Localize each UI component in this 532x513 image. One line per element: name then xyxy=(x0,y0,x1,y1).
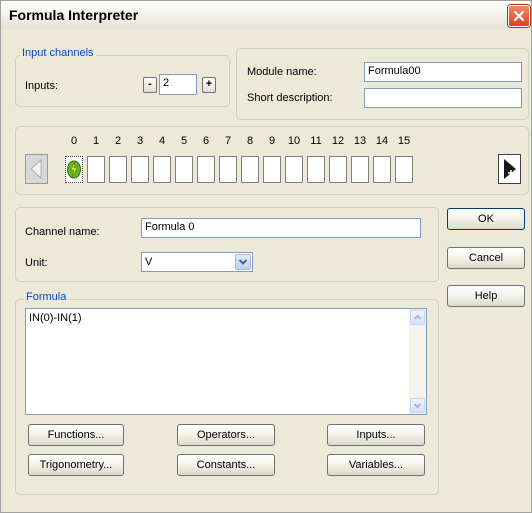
module-name-field[interactable]: Formula00 xyxy=(364,62,522,82)
chevron-down-icon xyxy=(413,403,422,409)
formula-legend: Formula xyxy=(24,291,69,303)
channel-slot[interactable] xyxy=(241,156,259,183)
channel-number: 12 xyxy=(331,135,345,147)
close-icon xyxy=(513,10,525,22)
channel-number: 13 xyxy=(353,135,367,147)
scroll-up-button[interactable] xyxy=(410,310,425,325)
unit-dropdown-button[interactable] xyxy=(235,254,251,270)
channel-number: 11 xyxy=(310,135,322,147)
constants-button[interactable]: Constants... xyxy=(177,454,275,476)
channel-slot[interactable] xyxy=(329,156,347,183)
unit-select-value: V xyxy=(145,256,153,268)
chevron-down-icon xyxy=(238,259,248,265)
increment-inputs-button[interactable]: + xyxy=(202,77,216,93)
channel-slot[interactable] xyxy=(87,156,105,183)
formula-text: IN(0)-IN(1) xyxy=(29,312,82,324)
formula-scrollbar[interactable] xyxy=(409,309,426,414)
short-description-label: Short description: xyxy=(247,92,333,104)
channel-slot[interactable] xyxy=(395,156,413,183)
scroll-channels-right-button[interactable] xyxy=(498,154,521,184)
channel-number: 1 xyxy=(92,135,100,147)
channel-slot[interactable] xyxy=(285,156,303,183)
channel-slot[interactable] xyxy=(351,156,369,183)
short-description-field[interactable] xyxy=(364,88,522,108)
unit-select[interactable]: V xyxy=(141,252,253,272)
decrement-inputs-button[interactable]: - xyxy=(143,77,157,93)
channel-slot[interactable] xyxy=(197,156,215,183)
title-bar: Formula Interpreter xyxy=(1,1,531,29)
help-button[interactable]: Help xyxy=(447,285,525,307)
channel-slot[interactable] xyxy=(153,156,171,183)
channel-number: 15 xyxy=(397,135,411,147)
channel-slot[interactable] xyxy=(65,156,83,183)
channel-slot[interactable] xyxy=(219,156,237,183)
channel-number: 4 xyxy=(158,135,166,147)
formula-interpreter-window: Formula Interpreter Input channels Input… xyxy=(0,0,532,513)
channel-number: 10 xyxy=(287,135,301,147)
inputs-button[interactable]: Inputs... xyxy=(327,424,425,446)
functions-button[interactable]: Functions... xyxy=(28,424,124,446)
lightning-icon xyxy=(67,160,81,179)
cancel-button[interactable]: Cancel xyxy=(447,247,525,269)
arrow-right-icon xyxy=(498,154,521,184)
ok-button[interactable]: OK xyxy=(447,208,525,230)
formula-editor[interactable]: IN(0)-IN(1) xyxy=(25,308,427,415)
channel-number: 3 xyxy=(136,135,144,147)
channel-number: 14 xyxy=(375,135,389,147)
channel-slot[interactable] xyxy=(263,156,281,183)
trigonometry-button[interactable]: Trigonometry... xyxy=(28,454,124,476)
channel-slot[interactable] xyxy=(109,156,127,183)
channel-number: 6 xyxy=(202,135,210,147)
arrow-left-icon xyxy=(25,154,48,184)
channel-slot[interactable] xyxy=(175,156,193,183)
inputs-count-field[interactable]: 2 xyxy=(159,74,197,95)
unit-label: Unit: xyxy=(25,257,48,269)
channel-number: 0 xyxy=(70,135,78,147)
channel-number: 8 xyxy=(246,135,254,147)
module-group xyxy=(236,48,529,120)
close-button[interactable] xyxy=(508,5,530,27)
scroll-channels-left-button[interactable] xyxy=(25,154,48,184)
channel-number: 9 xyxy=(268,135,276,147)
chevron-up-icon xyxy=(413,314,422,320)
window-title: Formula Interpreter xyxy=(9,7,139,23)
channel-slot[interactable] xyxy=(131,156,149,183)
channel-number: 5 xyxy=(180,135,188,147)
operators-button[interactable]: Operators... xyxy=(177,424,275,446)
input-channels-legend: Input channels xyxy=(20,47,96,59)
module-name-label: Module name: xyxy=(247,66,317,78)
channel-number: 2 xyxy=(114,135,122,147)
inputs-label: Inputs: xyxy=(25,80,59,92)
variables-button[interactable]: Variables... xyxy=(327,454,425,476)
scroll-down-button[interactable] xyxy=(410,398,425,413)
channel-name-label: Channel name: xyxy=(25,226,100,238)
channel-number: 7 xyxy=(224,135,232,147)
channel-slot[interactable] xyxy=(307,156,325,183)
channel-slot[interactable] xyxy=(373,156,391,183)
channel-name-field[interactable]: Formula 0 xyxy=(141,218,421,238)
